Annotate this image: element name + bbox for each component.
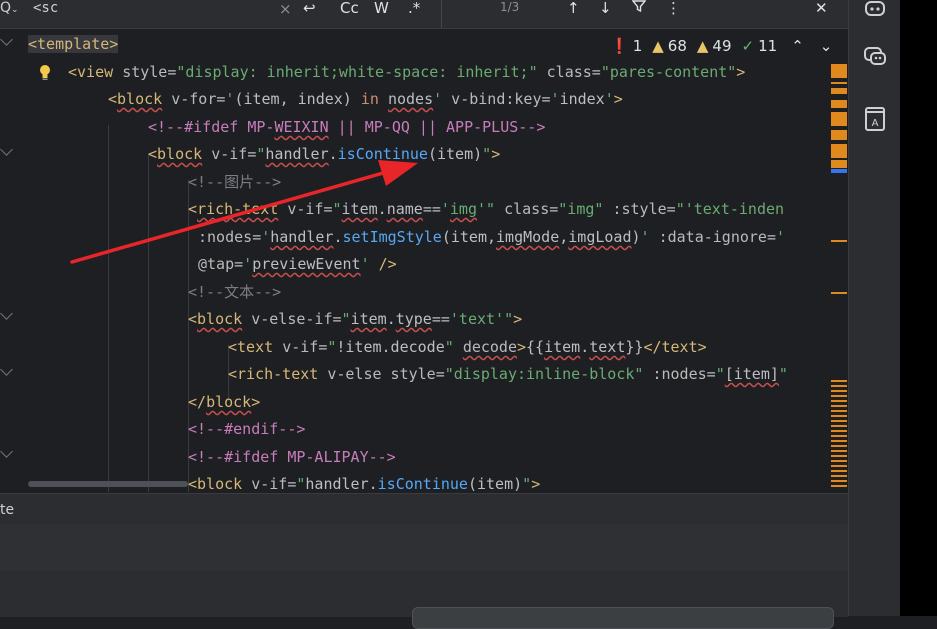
indent-guide: [148, 153, 149, 492]
clear-search-button[interactable]: ×: [279, 0, 292, 18]
code-line[interactable]: <block v-for='(item, index) in nodes' v-…: [108, 86, 623, 113]
stripe-mark[interactable]: [831, 292, 847, 294]
stripe-mark[interactable]: [831, 130, 847, 140]
stripe-mark[interactable]: [831, 160, 847, 168]
code-line[interactable]: <block v-if="handler.isContinue(item)">: [188, 471, 540, 492]
previous-occurrence-button[interactable]: ↑: [567, 0, 580, 17]
fold-marker-icon[interactable]: [0, 307, 13, 320]
error-count: 1: [632, 37, 643, 55]
search-result-count: 1/3: [500, 0, 520, 14]
screen-edge: [900, 0, 937, 616]
stripe-mark[interactable]: [831, 380, 847, 490]
stripe-mark[interactable]: [831, 100, 847, 108]
inspection-widget[interactable]: ❗ 1 ▲ 68 ▲ 49 ✓ 11 ⌃ ⌄: [610, 34, 833, 58]
close-search-button[interactable]: ✕: [815, 0, 828, 17]
stripe-mark[interactable]: [831, 82, 847, 84]
warning-icon: ▲: [696, 37, 709, 55]
warning-count: 49: [712, 37, 732, 55]
search-options-icon[interactable]: Q⌄: [0, 0, 19, 16]
stripe-mark[interactable]: [831, 169, 847, 173]
stripe-mark[interactable]: [831, 144, 847, 158]
code-line[interactable]: <template>: [28, 31, 119, 58]
horizontal-scrollbar[interactable]: [28, 481, 188, 487]
code-line[interactable]: <view style="display: inherit;white-spac…: [68, 59, 745, 86]
match-case-button[interactable]: Cc: [340, 0, 359, 17]
bottom-panel: te: [0, 493, 848, 617]
filter-icon[interactable]: [631, 0, 647, 17]
whole-word-button[interactable]: W: [374, 0, 389, 17]
ok-check-icon: ✓: [741, 37, 755, 55]
stripe-mark[interactable]: [831, 88, 847, 94]
previous-problem-button[interactable]: ⌃: [791, 37, 804, 55]
code-line[interactable]: <!--文本-->: [188, 279, 281, 306]
more-options-button[interactable]: ⋮: [666, 0, 681, 17]
stripe-mark[interactable]: [831, 64, 847, 78]
weak-warning-icon: ▲: [652, 37, 664, 55]
fold-marker-icon[interactable]: [0, 143, 13, 156]
fold-marker-icon[interactable]: [0, 363, 13, 376]
code-line[interactable]: <!--#ifdef MP-WEIXIN || MP-QQ || APP-PLU…: [148, 114, 545, 141]
code-line[interactable]: @tap='previewEvent' />: [198, 251, 397, 278]
code-line[interactable]: <text v-if="!item.decode" decode>{{item.…: [228, 334, 707, 361]
popup-window[interactable]: [412, 607, 834, 629]
code-line[interactable]: <!--#ifdef MP-ALIPAY-->: [188, 444, 396, 471]
code-editor[interactable]: <template> <view style="display: inherit…: [28, 29, 828, 492]
regex-button[interactable]: .*: [408, 0, 420, 17]
code-line[interactable]: </block>: [188, 389, 260, 416]
next-problem-button[interactable]: ⌄: [820, 37, 833, 55]
next-occurrence-button[interactable]: ↓: [599, 0, 612, 17]
ok-count: 11: [758, 37, 778, 55]
lightbulb-icon[interactable]: [38, 64, 52, 82]
code-line[interactable]: :nodes='handler.setImgStyle(item,imgMode…: [198, 224, 785, 251]
editor-gutter[interactable]: [0, 29, 28, 492]
code-line[interactable]: <!--图片-->: [188, 169, 281, 196]
replace-toggle-icon[interactable]: ↩: [303, 0, 316, 17]
error-icon: ❗: [610, 37, 629, 55]
right-tool-window-bar: A: [848, 0, 901, 616]
search-input[interactable]: <sc: [33, 0, 58, 16]
copilot-chat-icon[interactable]: [863, 44, 887, 68]
indent-guide: [108, 125, 109, 492]
weak-warning-count: 68: [667, 37, 687, 55]
svg-text:A: A: [872, 118, 879, 129]
panel-label: te: [0, 502, 15, 518]
code-line[interactable]: <rich-text v-if="item.name=='img'" class…: [188, 196, 784, 223]
code-line[interactable]: <!--#endif-->: [188, 416, 305, 443]
stripe-mark[interactable]: [831, 112, 847, 126]
code-line[interactable]: <block v-else-if="item.type=='text'">: [188, 306, 522, 333]
dictionary-icon[interactable]: A: [863, 106, 887, 131]
find-bar: Q⌄ <sc × ↩ Cc W .* 1/3 ↑ ↓ ⋮ ✕: [0, 0, 848, 29]
fold-marker-icon[interactable]: [0, 445, 13, 458]
code-line[interactable]: <rich-text v-else style="display:inline-…: [228, 361, 788, 388]
ai-assistant-icon[interactable]: [863, 0, 887, 24]
code-line[interactable]: <block v-if="handler.isContinue(item)">: [148, 141, 500, 168]
stripe-mark[interactable]: [831, 240, 847, 242]
divider: [441, 0, 442, 28]
panel-row: [0, 524, 848, 571]
error-stripe[interactable]: [829, 60, 848, 490]
fold-marker-icon[interactable]: [0, 33, 13, 46]
